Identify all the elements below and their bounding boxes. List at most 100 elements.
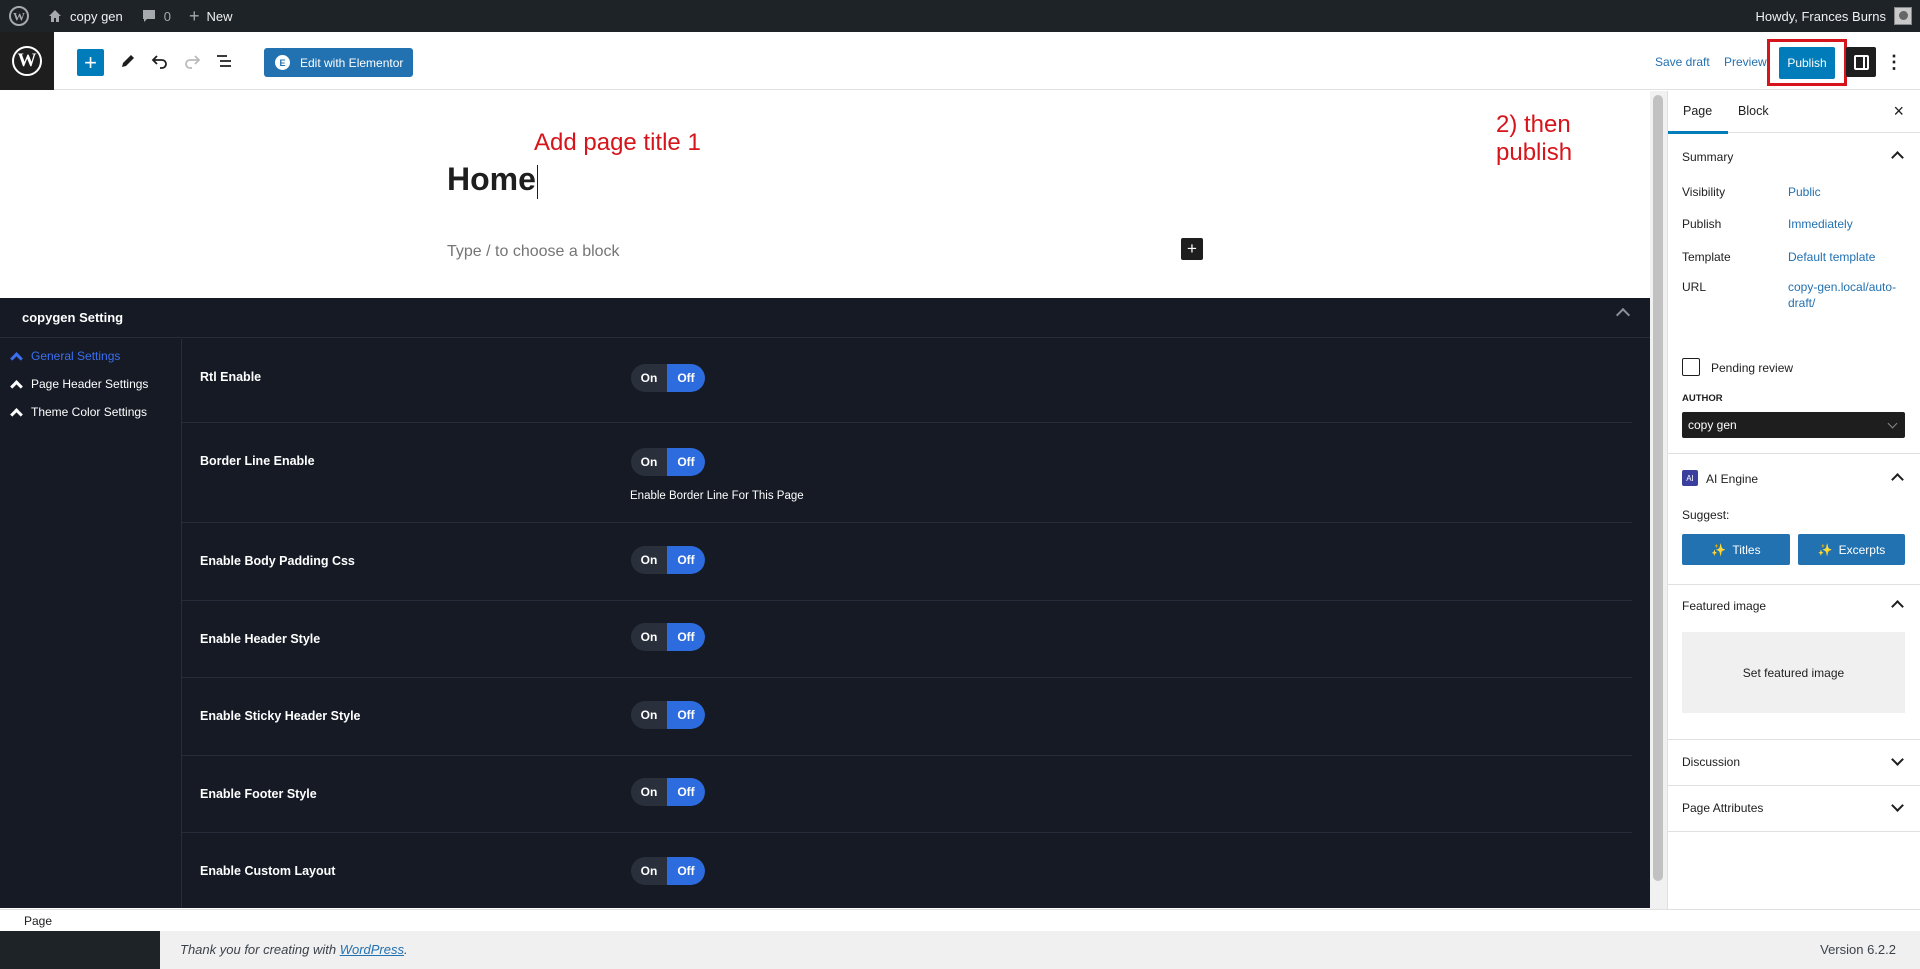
- settings-sidebar-toggle[interactable]: [1846, 47, 1876, 77]
- block-inserter-button[interactable]: +: [77, 49, 104, 76]
- toggle-off[interactable]: Off: [667, 448, 705, 476]
- chevron-down-icon[interactable]: [1891, 799, 1904, 812]
- editor-scrollbar[interactable]: [1650, 91, 1667, 909]
- admin-bar-comments[interactable]: 0: [132, 0, 180, 32]
- summary-panel-title[interactable]: Summary: [1682, 150, 1733, 164]
- toggle-on[interactable]: On: [631, 623, 667, 651]
- tools-button[interactable]: [116, 48, 140, 74]
- editor-wp-logo-button[interactable]: W: [0, 32, 54, 90]
- settings-sidebar: Page Block × Summary Visibility Public P…: [1667, 91, 1920, 909]
- sticky-header-toggle[interactable]: On Off: [631, 701, 705, 729]
- menu-item-label: General Settings: [31, 349, 121, 363]
- url-value[interactable]: copy-gen.local/auto-draft/: [1788, 279, 1913, 311]
- elementor-icon: E: [275, 55, 290, 70]
- header-style-toggle[interactable]: On Off: [631, 623, 705, 651]
- admin-bar-site[interactable]: copy gen: [38, 0, 132, 32]
- chevron-down-icon[interactable]: [1891, 753, 1904, 766]
- scrollbar-thumb[interactable]: [1653, 95, 1663, 881]
- toggle-on[interactable]: On: [631, 364, 667, 392]
- border-line-toggle[interactable]: On Off: [631, 448, 705, 476]
- tab-block[interactable]: Block: [1738, 104, 1769, 118]
- toggle-off[interactable]: Off: [667, 857, 705, 885]
- discussion-panel-title[interactable]: Discussion: [1682, 755, 1740, 769]
- toggle-off[interactable]: Off: [667, 623, 705, 651]
- breadcrumb-page[interactable]: Page: [24, 914, 52, 928]
- chevron-up-icon: [10, 380, 23, 393]
- page-attributes-panel-title[interactable]: Page Attributes: [1682, 801, 1763, 815]
- page-title-text: Home: [447, 161, 536, 197]
- body-padding-toggle[interactable]: On Off: [631, 546, 705, 574]
- redo-button[interactable]: [180, 48, 204, 74]
- pencil-icon: [122, 55, 134, 67]
- toggle-off[interactable]: Off: [667, 701, 705, 729]
- chevron-up-icon: [10, 408, 23, 421]
- publish-date-value[interactable]: Immediately: [1788, 216, 1913, 232]
- suggest-titles-button[interactable]: ✨ Titles: [1682, 534, 1790, 565]
- ai-engine-title[interactable]: AI Engine: [1706, 472, 1758, 486]
- menu-item-label: Page Header Settings: [31, 377, 149, 391]
- tab-page[interactable]: Page: [1667, 104, 1729, 134]
- toggle-on[interactable]: On: [631, 778, 667, 806]
- setting-row-sticky-header: Enable Sticky Header Style On Off: [182, 678, 1632, 756]
- undo-icon: [151, 55, 167, 69]
- publish-date-label: Publish: [1682, 217, 1722, 231]
- close-icon[interactable]: ×: [1893, 101, 1904, 122]
- setting-label: Enable Footer Style: [200, 787, 317, 801]
- undo-button[interactable]: [148, 48, 172, 74]
- toggle-on[interactable]: On: [631, 701, 667, 729]
- setting-label: Enable Header Style: [200, 632, 321, 646]
- toggle-on[interactable]: On: [631, 857, 667, 885]
- wordpress-icon: W: [9, 6, 29, 26]
- options-menu-button[interactable]: ⋮: [1885, 48, 1903, 76]
- publish-button[interactable]: Publish: [1779, 47, 1835, 79]
- divider: [1668, 831, 1920, 832]
- author-label: AUTHOR: [1682, 393, 1723, 404]
- menu-item-page-header-settings[interactable]: Page Header Settings: [10, 377, 149, 393]
- set-featured-image-button[interactable]: Set featured image: [1682, 632, 1905, 713]
- menu-item-general-settings[interactable]: General Settings: [10, 349, 121, 365]
- footer-thanks-text: Thank you for creating with: [180, 942, 340, 957]
- wordpress-link[interactable]: WordPress: [340, 942, 404, 957]
- page-title[interactable]: Home: [447, 161, 538, 199]
- featured-image-title[interactable]: Featured image: [1682, 599, 1766, 613]
- template-value[interactable]: Default template: [1788, 249, 1913, 265]
- author-select[interactable]: copy gen: [1682, 412, 1905, 438]
- block-placeholder[interactable]: Type / to choose a block: [447, 243, 620, 261]
- edit-with-elementor-label: Edit with Elementor: [300, 55, 404, 70]
- toggle-off[interactable]: Off: [667, 364, 705, 392]
- wp-admin-logo[interactable]: W: [0, 0, 38, 32]
- menu-item-theme-color-settings[interactable]: Theme Color Settings: [10, 405, 147, 421]
- footer-style-toggle[interactable]: On Off: [631, 778, 705, 806]
- redo-icon: [185, 55, 201, 69]
- document-overview-button[interactable]: [212, 48, 236, 74]
- chevron-up-icon[interactable]: [1891, 151, 1904, 164]
- toggle-on[interactable]: On: [631, 448, 667, 476]
- magic-wand-icon: ✨: [1711, 542, 1727, 557]
- setting-row-footer-style: Enable Footer Style On Off: [182, 756, 1632, 833]
- save-draft-button[interactable]: Save draft: [1655, 55, 1710, 69]
- custom-layout-toggle[interactable]: On Off: [631, 857, 705, 885]
- admin-bar: W copy gen 0 + New Howdy, Frances Burns: [0, 0, 1920, 32]
- suggest-excerpts-button[interactable]: ✨ Excerpts: [1798, 534, 1905, 565]
- toggle-off[interactable]: Off: [667, 546, 705, 574]
- admin-bar-account[interactable]: Howdy, Frances Burns: [1746, 0, 1920, 32]
- visibility-value[interactable]: Public: [1788, 184, 1913, 200]
- preview-button[interactable]: Preview: [1724, 55, 1767, 69]
- suggest-label: Suggest:: [1682, 508, 1730, 522]
- setting-row-border-line: Border Line Enable On Off Enable Border L…: [182, 423, 1632, 523]
- chevron-up-icon[interactable]: [1615, 307, 1631, 323]
- metabox-header[interactable]: copygen Setting: [0, 298, 1650, 338]
- pending-review-label[interactable]: Pending review: [1711, 361, 1793, 375]
- footer-thanks: Thank you for creating with WordPress.: [180, 942, 408, 957]
- divider: [1668, 584, 1920, 585]
- pending-review-checkbox[interactable]: [1682, 358, 1700, 376]
- toggle-on[interactable]: On: [631, 546, 667, 574]
- edit-with-elementor-button[interactable]: E Edit with Elementor: [264, 48, 413, 77]
- chevron-up-icon[interactable]: [1891, 600, 1904, 613]
- ai-engine-icon: AI: [1682, 470, 1698, 486]
- rtl-toggle[interactable]: On Off: [631, 364, 705, 392]
- add-block-button[interactable]: +: [1181, 238, 1203, 260]
- admin-bar-new[interactable]: + New: [180, 0, 242, 32]
- chevron-up-icon[interactable]: [1891, 473, 1904, 486]
- toggle-off[interactable]: Off: [667, 778, 705, 806]
